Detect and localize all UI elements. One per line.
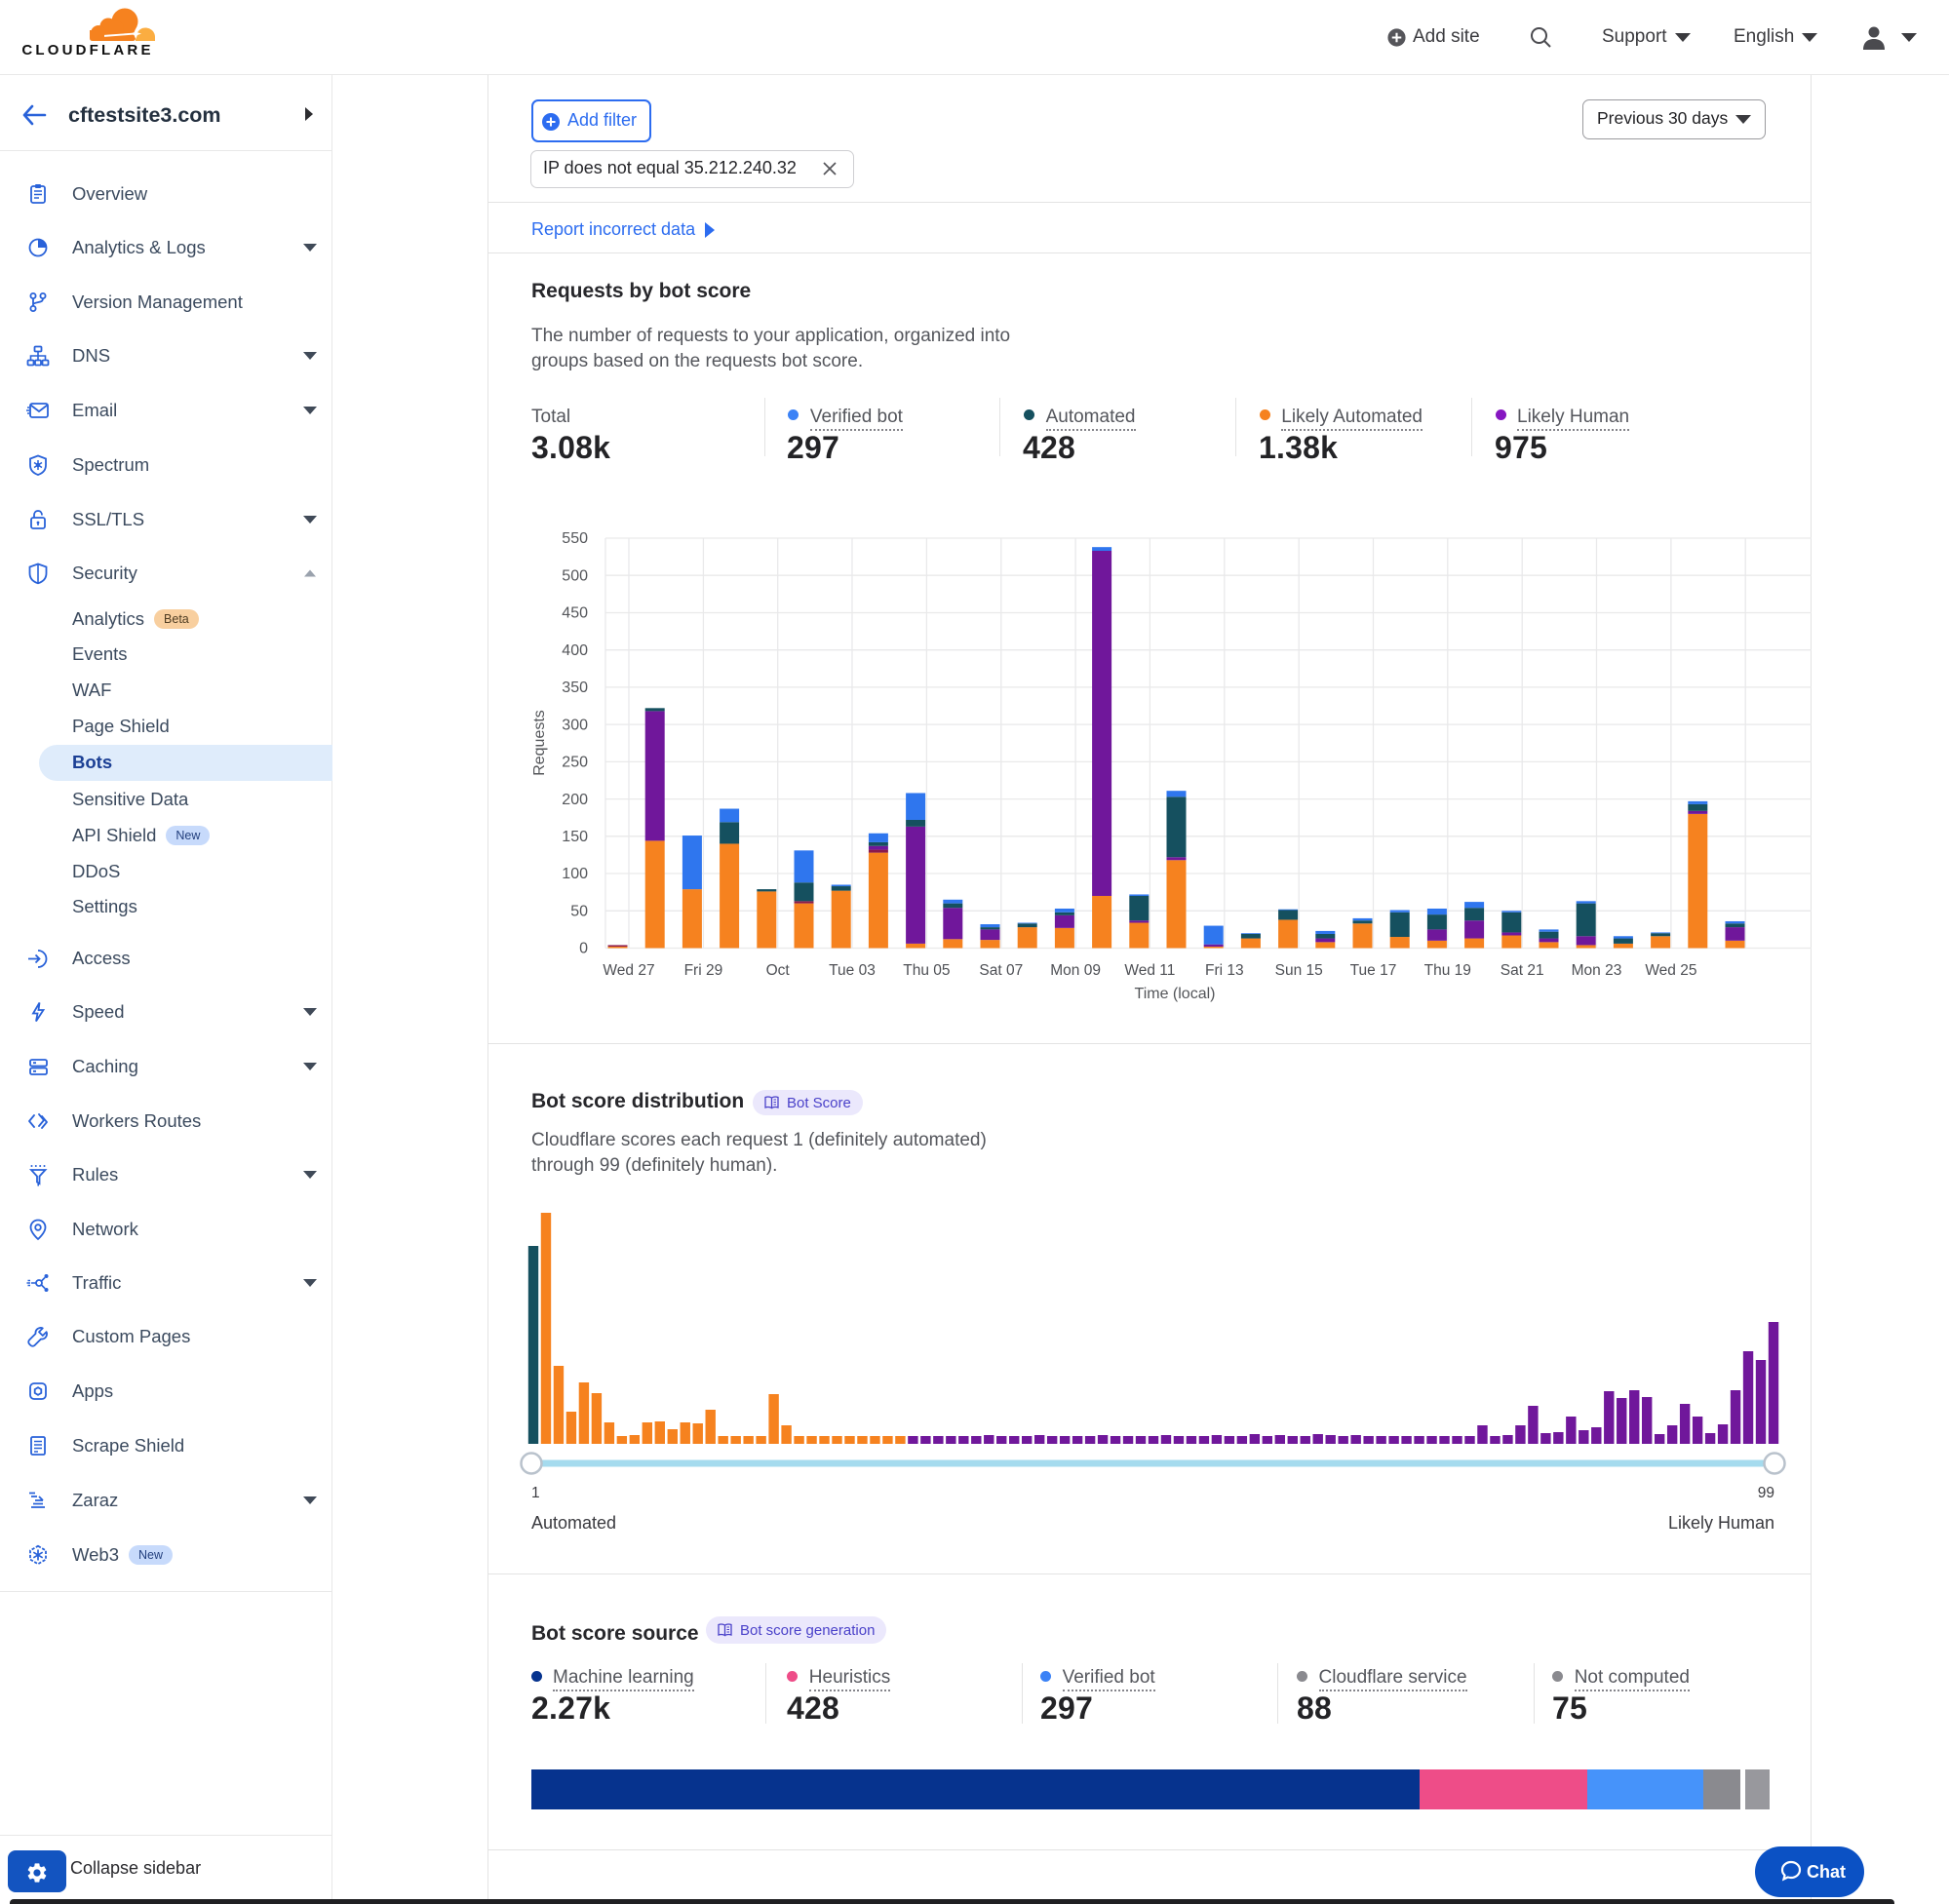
svg-text:Wed 11: Wed 11 [1124, 962, 1175, 979]
svg-text:100: 100 [562, 866, 588, 882]
svg-text:Automated: Automated [531, 1513, 616, 1533]
svg-text:Wed 27: Wed 27 [603, 962, 654, 979]
svg-text:Fri 29: Fri 29 [684, 962, 723, 979]
svg-text:Likely Human: Likely Human [1668, 1513, 1774, 1533]
svg-text:Sat 21: Sat 21 [1501, 962, 1544, 979]
svg-text:Thu 05: Thu 05 [903, 962, 950, 979]
svg-text:350: 350 [562, 680, 588, 696]
svg-text:Tue 17: Tue 17 [1350, 962, 1397, 979]
svg-text:Thu 19: Thu 19 [1424, 962, 1471, 979]
svg-text:50: 50 [570, 904, 588, 920]
svg-text:Sat 07: Sat 07 [979, 962, 1023, 979]
svg-text:400: 400 [562, 642, 588, 659]
svg-text:550: 550 [562, 530, 588, 547]
svg-text:300: 300 [562, 717, 588, 733]
svg-text:450: 450 [562, 605, 588, 622]
svg-text:99: 99 [1758, 1485, 1774, 1501]
svg-text:500: 500 [562, 567, 588, 584]
svg-text:Wed 25: Wed 25 [1645, 962, 1696, 979]
svg-text:Fri 13: Fri 13 [1205, 962, 1244, 979]
svg-text:Mon 23: Mon 23 [1572, 962, 1622, 979]
svg-text:Time (local): Time (local) [1135, 986, 1216, 1002]
svg-text:250: 250 [562, 755, 588, 771]
svg-text:Requests: Requests [531, 710, 548, 776]
svg-text:Tue 03: Tue 03 [829, 962, 876, 979]
svg-text:150: 150 [562, 829, 588, 845]
svg-text:200: 200 [562, 792, 588, 808]
svg-text:Oct: Oct [766, 962, 791, 979]
svg-text:1: 1 [531, 1485, 540, 1501]
svg-text:0: 0 [579, 941, 588, 957]
svg-text:Mon 09: Mon 09 [1050, 962, 1101, 979]
svg-text:Sun 15: Sun 15 [1275, 962, 1323, 979]
